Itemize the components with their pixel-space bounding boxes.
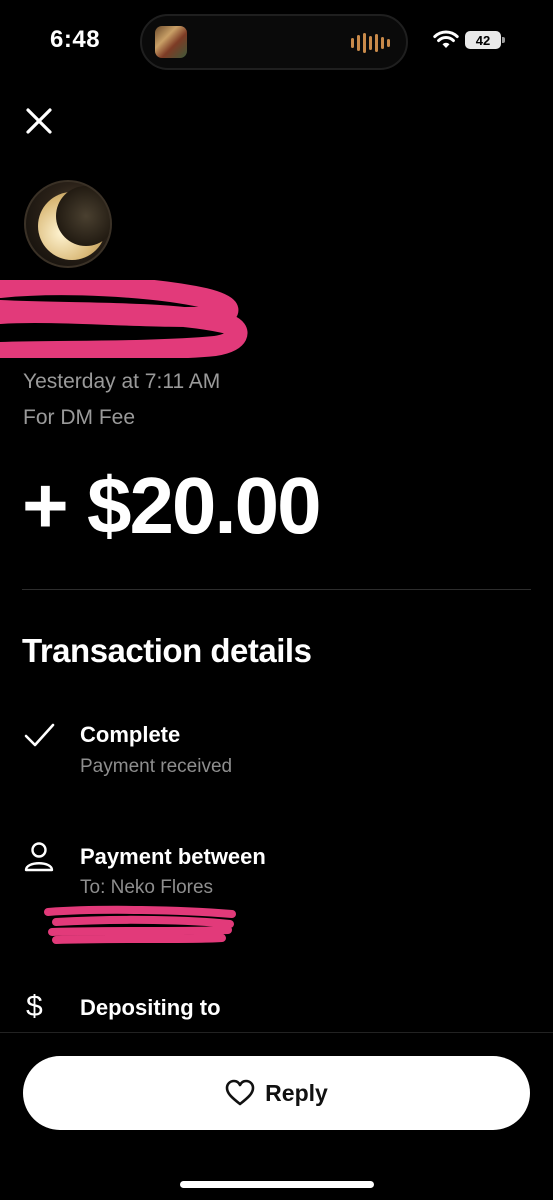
redacted-sender-scribble: [44, 905, 236, 944]
deposit-title: Depositing to: [80, 995, 221, 1020]
status-title: Complete: [80, 722, 181, 747]
status-subtitle: Payment received: [80, 756, 233, 777]
reply-button[interactable]: Reply: [23, 1056, 530, 1130]
status-time: 6:48: [50, 26, 101, 53]
avatar-image-shadow: [56, 186, 110, 246]
transaction-detail-screen: 6:48 42 Yesterday at 7:11 AM For DM Fee …: [0, 0, 553, 1200]
checkmark-icon: [24, 723, 55, 747]
parties-title: Payment between: [80, 844, 266, 869]
transaction-note: For DM Fee: [23, 406, 136, 429]
transaction-amount: + $20.00: [22, 461, 322, 550]
transaction-date: Yesterday at 7:11 AM: [23, 370, 221, 393]
close-icon[interactable]: [22, 104, 56, 138]
reply-label: Reply: [265, 1079, 328, 1106]
parties-recipient: To: Neko Flores: [80, 877, 214, 898]
battery-level: 42: [475, 32, 491, 48]
heart-icon: [225, 1079, 255, 1106]
dynamic-island[interactable]: [140, 14, 408, 70]
avatar[interactable]: [24, 180, 112, 268]
battery-icon: 42: [465, 31, 505, 49]
audio-waveform-icon: [351, 32, 390, 54]
now-playing-artwork: [155, 26, 187, 58]
home-indicator[interactable]: [180, 1181, 374, 1188]
status-bar: 6:48 42: [0, 0, 553, 86]
wifi-icon: [433, 30, 459, 48]
redacted-name-scribble: [0, 280, 248, 358]
dollar-icon: $: [26, 990, 43, 1023]
section-title: Transaction details: [22, 632, 312, 669]
person-icon: [24, 842, 54, 872]
bottom-bar-divider: [0, 1032, 553, 1033]
divider: [22, 589, 531, 590]
